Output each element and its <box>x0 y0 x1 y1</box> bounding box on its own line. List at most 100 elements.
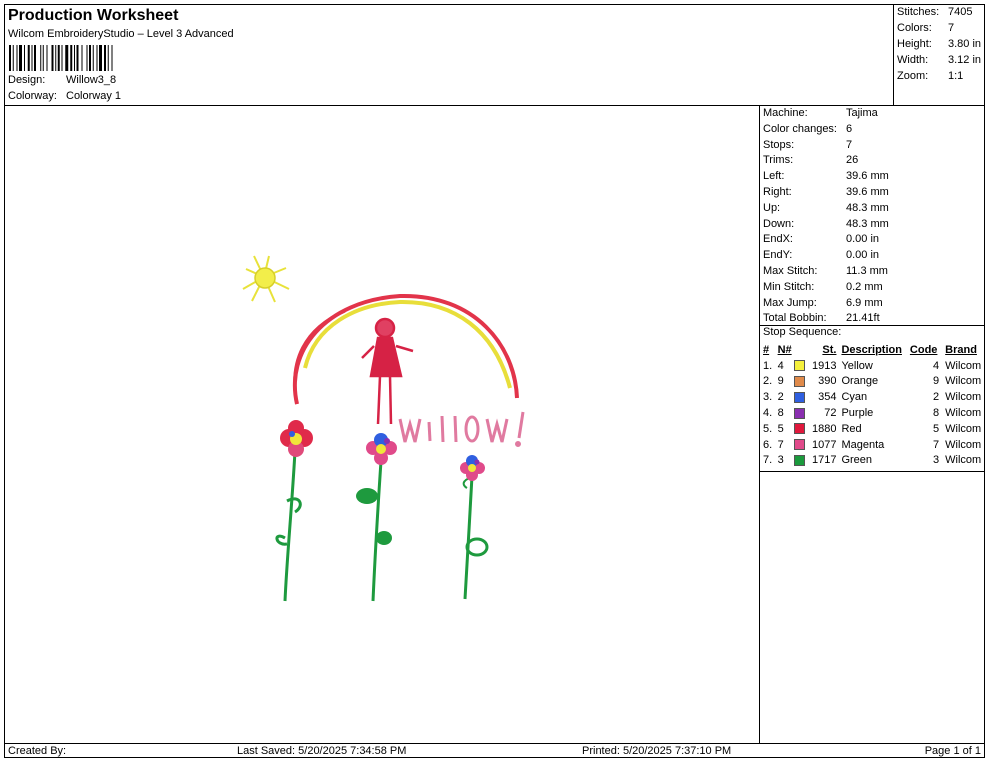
info-value: 39.6 mm <box>846 186 889 198</box>
info-value: 11.3 mm <box>846 265 888 277</box>
needle-number: 5 <box>777 422 784 435</box>
machine-info-row: Trims: 26 <box>763 154 858 166</box>
willow-lettering <box>398 411 525 447</box>
flower-right <box>460 455 489 600</box>
machine-info-row: Max Jump: 6.9 mm <box>763 297 883 309</box>
stat-row: Height: 3.80 in <box>897 38 982 50</box>
design-value: Willow3_8 <box>66 74 117 86</box>
colorway-value: Colorway 1 <box>66 90 122 102</box>
stat-row: Colors: 7 <box>897 22 955 34</box>
worksheet-footer: Created By: Last Saved: 5/20/2025 7:34:5… <box>5 743 984 759</box>
color-description: Red <box>841 422 862 435</box>
color-code: 5 <box>933 422 940 435</box>
stitch-count: 72 <box>824 407 837 420</box>
table-row: 3. 2 354 Cyan 2 Wilcom <box>763 389 984 405</box>
color-description: Yellow <box>841 359 873 372</box>
info-label: Stops: <box>763 138 795 151</box>
info-label: EndY: <box>763 249 793 262</box>
info-label: Down: <box>763 217 795 230</box>
summary-stats: Stitches: 7405 Colors: 7 Height: 3.80 in Wi… <box>895 5 984 105</box>
info-value: 0.2 mm <box>846 280 883 293</box>
info-label: Color changes: <box>763 122 837 135</box>
girl-figure <box>361 317 414 425</box>
info-label: Max Stitch: <box>763 265 818 277</box>
stop-sequence-title: Stop Sequence: <box>763 326 842 338</box>
color-code: 7 <box>933 438 940 451</box>
stop-sequence-table: # N# St. Description Code Brand 1. 4 1913 Y… <box>763 342 984 468</box>
seq-index: 3. <box>763 391 773 404</box>
needle-number: 9 <box>777 375 784 388</box>
color-description: Magenta <box>841 438 885 451</box>
info-label: Right: <box>763 186 792 198</box>
color-swatch <box>793 439 805 451</box>
col-header: # <box>763 343 770 356</box>
color-swatch <box>793 423 805 435</box>
color-description: Cyan <box>841 391 868 404</box>
info-label: Up: <box>763 201 781 214</box>
info-value: 7 <box>846 138 853 151</box>
machine-info-row: EndX: 0.00 in <box>763 233 879 245</box>
thread-brand: Wilcom <box>945 422 982 435</box>
seq-index: 1. <box>763 359 773 372</box>
design-label: Design: <box>8 74 46 86</box>
page-number: Page 1 of 1 <box>924 745 981 757</box>
seq-index: 6. <box>763 438 773 451</box>
barcode-icon <box>9 45 113 71</box>
info-label: Total Bobbin: <box>763 312 827 325</box>
color-code: 3 <box>933 454 940 467</box>
machine-info-row: Color changes: 6 <box>763 123 852 135</box>
thread-brand: Wilcom <box>945 407 982 420</box>
table-row: 6. 7 1077 Magenta 7 Wilcom <box>763 437 984 453</box>
sun-icon <box>242 255 290 303</box>
color-code: 2 <box>933 391 940 404</box>
thread-brand: Wilcom <box>945 438 982 451</box>
col-header: Description <box>841 343 902 356</box>
info-label: Left: <box>763 170 785 183</box>
machine-info-panel: Machine: Tajima Color changes: 6 Stops: 7 Trim… <box>759 106 984 743</box>
last-saved: Last Saved: 5/20/2025 7:34:58 PM <box>237 745 407 757</box>
info-label: Min Stitch: <box>763 280 815 293</box>
needle-number: 4 <box>777 359 784 372</box>
color-swatch <box>793 391 805 403</box>
info-label: Trims: <box>763 154 794 167</box>
stitch-count: 1880 <box>811 422 837 435</box>
needle-number: 2 <box>777 391 784 404</box>
color-swatch <box>793 407 805 419</box>
info-label: Max Jump: <box>763 296 817 309</box>
seq-index: 7. <box>763 454 773 467</box>
table-header-row: # N# St. Description Code Brand <box>763 342 984 358</box>
panel-divider <box>760 471 984 472</box>
thread-brand: Wilcom <box>945 375 982 388</box>
stitch-count: 1913 <box>811 359 837 372</box>
thread-brand: Wilcom <box>945 454 982 467</box>
flower-left <box>275 420 313 602</box>
worksheet-header: Production Worksheet Wilcom EmbroiderySt… <box>5 5 894 105</box>
color-description: Orange <box>841 375 879 388</box>
embroidery-design-image <box>242 255 525 602</box>
color-code: 4 <box>933 359 940 372</box>
table-row: 5. 5 1880 Red 5 Wilcom <box>763 421 984 437</box>
info-value: 6.9 mm <box>846 296 883 309</box>
info-label: EndX: <box>763 233 793 246</box>
info-value: 48.3 mm <box>846 201 889 214</box>
colorway-label: Colorway: <box>8 90 57 102</box>
color-swatch <box>793 376 805 388</box>
color-swatch <box>793 360 805 372</box>
info-value: 39.6 mm <box>846 170 889 183</box>
machine-info-row: Stops: 7 <box>763 139 852 151</box>
software-name: Wilcom EmbroideryStudio – Level 3 Advanc… <box>8 28 234 40</box>
printed-date: Printed: 5/20/2025 7:37:10 PM <box>582 745 732 757</box>
page-title: Production Worksheet <box>8 7 179 24</box>
needle-number: 7 <box>777 438 784 451</box>
table-row: 4. 8 72 Purple 8 Wilcom <box>763 405 984 421</box>
design-preview <box>5 106 759 743</box>
col-header: St. <box>822 343 837 356</box>
col-header: Brand <box>945 343 977 356</box>
thread-brand: Wilcom <box>945 359 982 372</box>
info-value: 6 <box>846 122 853 135</box>
table-row: 1. 4 1913 Yellow 4 Wilcom <box>763 358 984 374</box>
seq-index: 4. <box>763 407 773 420</box>
colorway-row: Colorway: Colorway 1 <box>8 90 121 102</box>
info-label: Machine: <box>763 107 808 119</box>
worksheet-frame: Production Worksheet Wilcom EmbroiderySt… <box>4 4 985 758</box>
